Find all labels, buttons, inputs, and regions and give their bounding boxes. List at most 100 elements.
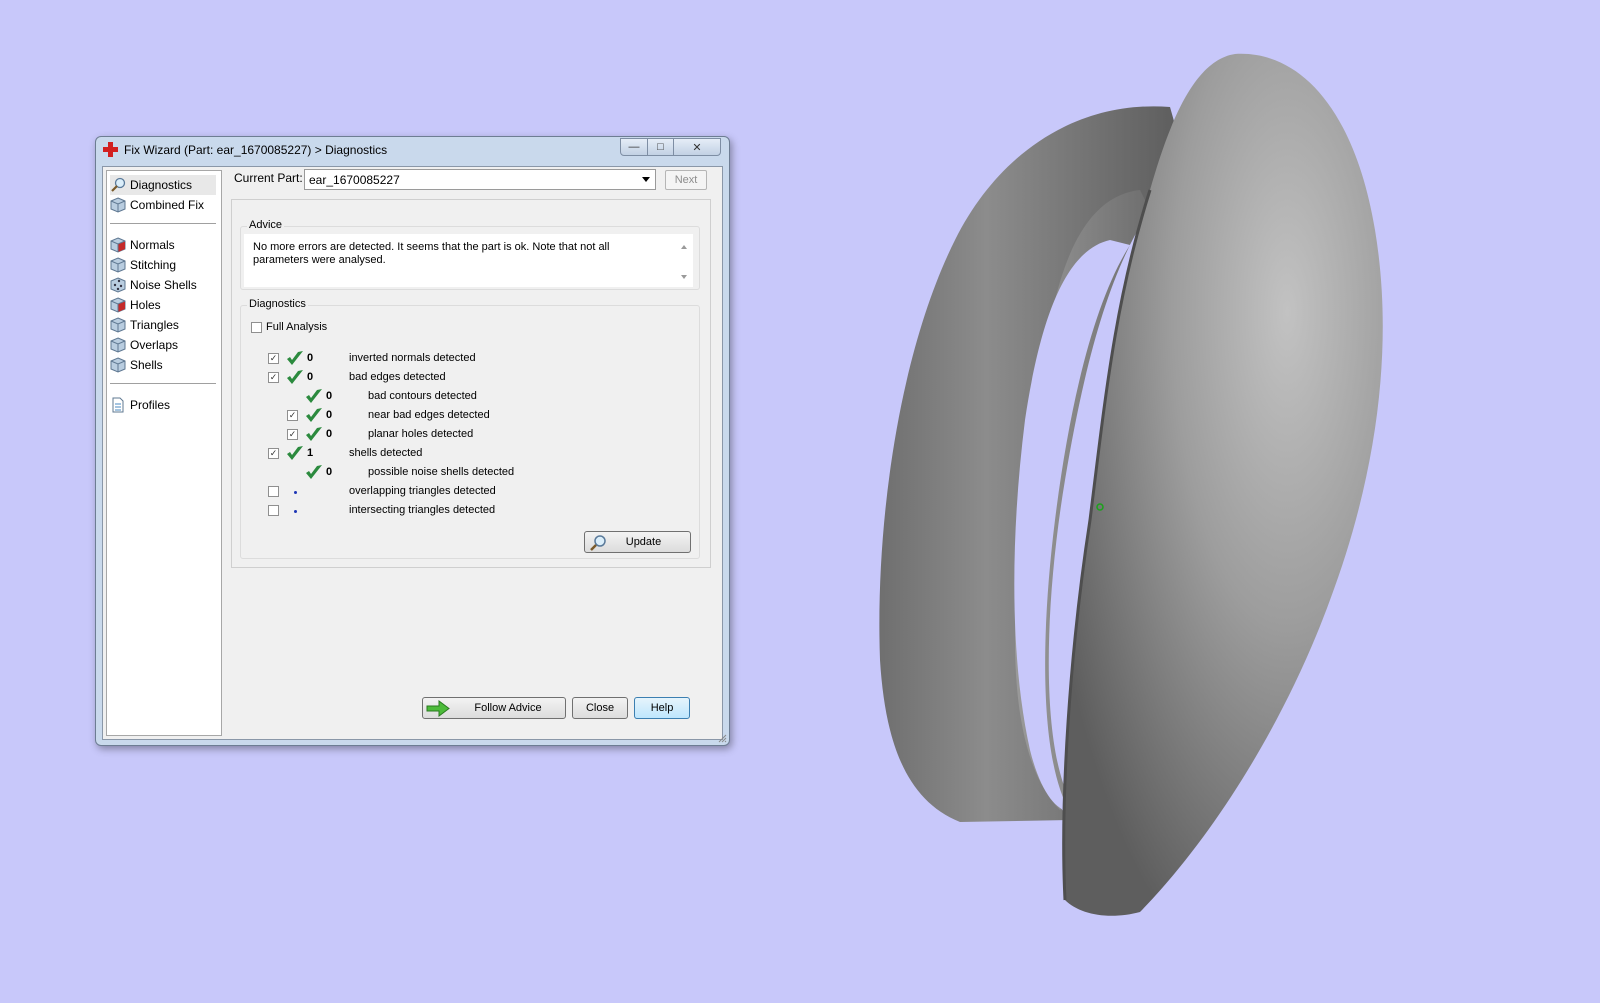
help-label: Help: [650, 702, 674, 714]
follow-advice-label: Follow Advice: [474, 702, 542, 714]
sidebar-item-label: Overlaps: [130, 338, 179, 352]
green-check-icon: [306, 408, 322, 422]
sidebar-item-label: Stitching: [130, 258, 177, 272]
close-label: Close: [585, 702, 615, 714]
diagnostics-row: ✓ 0 planar holes detected: [241, 425, 681, 444]
sidebar-item-noise-shells[interactable]: Noise Shells: [110, 275, 216, 295]
diagnostics-panel: Advice No more errors are detected. It s…: [231, 199, 711, 568]
full-analysis-option[interactable]: Full Analysis: [251, 321, 327, 333]
row-label: overlapping triangles detected: [349, 485, 496, 497]
row-count: 0: [326, 466, 333, 478]
sidebar-separator: [110, 383, 216, 384]
sidebar-item-shells[interactable]: Shells: [110, 355, 216, 375]
row-label: shells detected: [349, 447, 423, 459]
sidebar-item-overlaps[interactable]: Overlaps: [110, 335, 216, 355]
current-part-label: Current Part:: [234, 171, 303, 185]
dialog-client-area: Diagnostics Combined Fix Normals Stitching N…: [102, 166, 723, 740]
sidebar-item-label: Diagnostics: [130, 178, 193, 192]
row-count: 0: [326, 409, 333, 421]
green-check-icon: [287, 351, 303, 365]
sidebar-item-holes[interactable]: Holes: [110, 295, 216, 315]
sidebar-item-triangles[interactable]: Triangles: [110, 315, 216, 335]
sidebar-item-label: Profiles: [130, 398, 171, 412]
red-cross-icon: [103, 142, 118, 157]
cube-icon: [110, 337, 126, 353]
cube-icon: [110, 317, 126, 333]
row-label: bad contours detected: [368, 390, 477, 402]
row-checkbox[interactable]: ✓: [268, 353, 279, 364]
diagnostics-row: intersecting triangles detected: [241, 501, 681, 520]
diagnostics-row: ✓ 0 inverted normals detected: [241, 349, 681, 368]
current-part-select[interactable]: ear_1670085227: [304, 169, 656, 190]
diagnostics-title: Diagnostics: [247, 298, 308, 310]
diagnostics-row: ✓ 0 bad edges detected: [241, 368, 681, 387]
advice-scrollbar[interactable]: [678, 241, 690, 283]
document-icon: [112, 397, 124, 413]
follow-advice-button[interactable]: Follow Advice: [422, 697, 566, 719]
pending-dot-icon: [294, 510, 297, 513]
sidebar-separator: [110, 223, 216, 224]
row-count: 0: [307, 352, 314, 364]
sidebar-item-label: Shells: [130, 358, 163, 372]
current-part-value: ear_1670085227: [309, 173, 400, 187]
row-label: near bad edges detected: [368, 409, 490, 421]
sidebar-item-label: Holes: [130, 298, 161, 312]
red-cube-icon: [110, 237, 126, 253]
diagnostics-group: Diagnostics Full Analysis ✓ 0 inverted nor…: [240, 298, 700, 559]
minimize-button[interactable]: —: [620, 138, 648, 156]
diagnostics-row: overlapping triangles detected: [241, 482, 681, 501]
row-label: planar holes detected: [368, 428, 474, 440]
row-checkbox[interactable]: ✓: [287, 410, 298, 421]
full-analysis-label: Full Analysis: [266, 321, 328, 333]
green-check-icon: [287, 446, 303, 460]
diagnostics-row: ✓ 1 shells detected: [241, 444, 681, 463]
resize-grip-icon[interactable]: [717, 733, 727, 743]
row-count: 0: [326, 428, 333, 440]
arrow-right-icon: [426, 700, 450, 717]
red-cube-icon: [110, 297, 126, 313]
advice-title: Advice: [247, 219, 285, 231]
diagnostics-row: 0 bad contours detected: [241, 387, 681, 406]
row-checkbox[interactable]: ✓: [268, 372, 279, 383]
sidebar-item-stitching[interactable]: Stitching: [110, 255, 216, 275]
title-bar[interactable]: Fix Wizard (Part: ear_1670085227) > Diag…: [96, 137, 729, 163]
ear-model[interactable]: [879, 53, 1383, 916]
row-checkbox[interactable]: [268, 486, 279, 497]
row-label: inverted normals detected: [349, 352, 476, 364]
row-count: 1: [307, 447, 314, 459]
dotted-cube-icon: [110, 277, 126, 293]
green-check-icon: [306, 465, 322, 479]
maximize-button[interactable]: □: [647, 138, 674, 156]
sidebar-item-combined-fix[interactable]: Combined Fix: [110, 195, 216, 215]
diagnostics-row: ✓ 0 near bad edges detected: [241, 406, 681, 425]
green-check-icon: [306, 427, 322, 441]
pending-dot-icon: [294, 491, 297, 494]
advice-group: Advice No more errors are detected. It s…: [240, 219, 700, 290]
cube-icon: [110, 357, 126, 373]
help-button[interactable]: Help: [634, 697, 690, 719]
cube-icon: [110, 197, 126, 213]
update-button[interactable]: Update: [584, 531, 691, 553]
window-title: Fix Wizard (Part: ear_1670085227) > Diag…: [124, 143, 388, 157]
close-window-button[interactable]: ✕: [673, 138, 721, 156]
green-check-icon: [306, 389, 322, 403]
magnifier-icon: [111, 177, 126, 192]
sidebar-item-diagnostics[interactable]: Diagnostics: [110, 175, 216, 195]
sidebar-item-label: Noise Shells: [130, 278, 197, 292]
advice-textbox: No more errors are detected. It seems th…: [244, 234, 693, 287]
row-checkbox[interactable]: [268, 505, 279, 516]
row-checkbox[interactable]: ✓: [268, 448, 279, 459]
sidebar-item-label: Normals: [130, 238, 175, 252]
row-count: 0: [307, 371, 314, 383]
row-label: bad edges detected: [349, 371, 446, 383]
next-button[interactable]: Next: [665, 170, 707, 190]
sidebar-item-profiles[interactable]: Profiles: [110, 395, 216, 415]
row-checkbox[interactable]: ✓: [287, 429, 298, 440]
chevron-down-icon: [642, 177, 650, 182]
close-button[interactable]: Close: [572, 697, 628, 719]
row-count: 0: [326, 390, 333, 402]
sidebar-item-normals[interactable]: Normals: [110, 235, 216, 255]
row-label: possible noise shells detected: [368, 466, 515, 478]
sidebar-item-label: Combined Fix: [130, 198, 205, 212]
full-analysis-checkbox[interactable]: [251, 321, 262, 333]
